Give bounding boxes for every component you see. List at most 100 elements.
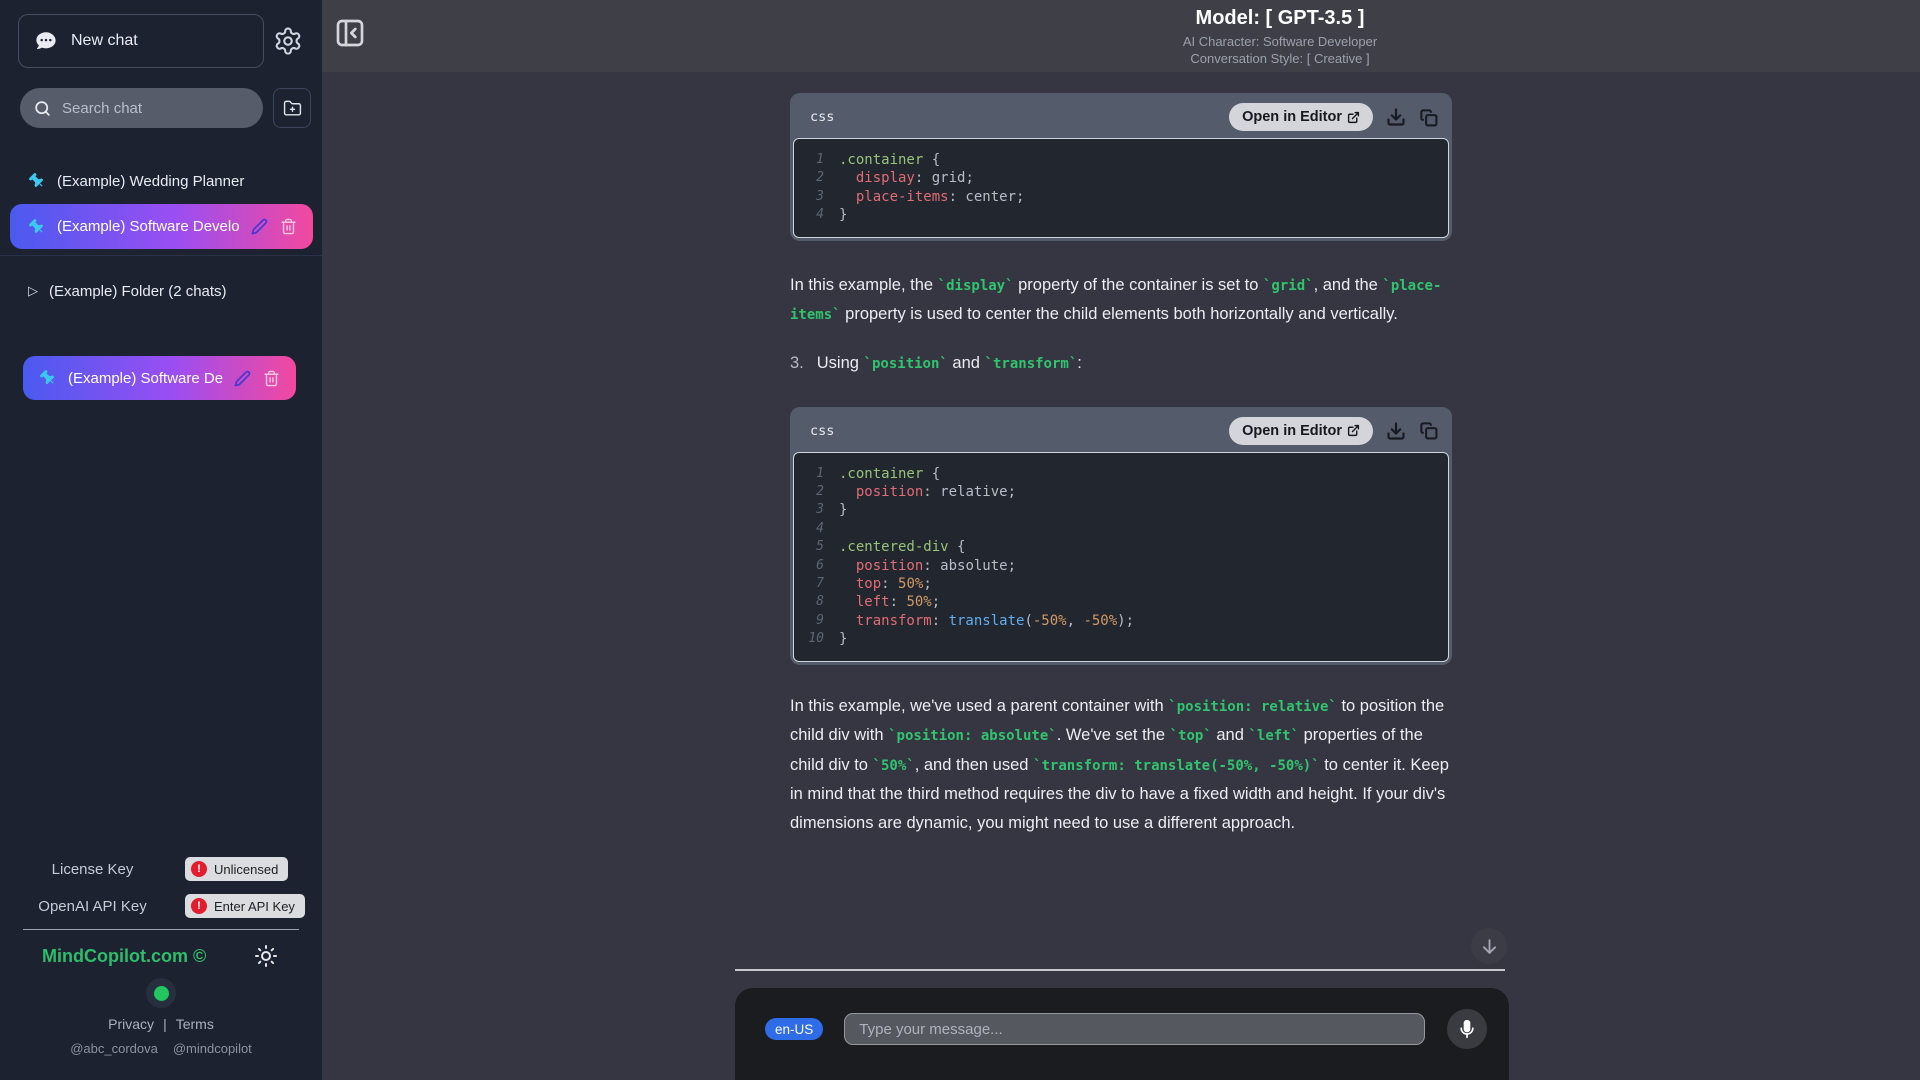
collapse-sidebar-icon[interactable] — [330, 13, 370, 53]
code-line: 3} — [816, 502, 848, 519]
inline-code: `grid` — [1263, 277, 1314, 294]
enter-api-key-button[interactable]: ! Enter API Key — [185, 894, 305, 918]
app-window: New chat Search chat (Example) Wedding P… — [0, 0, 1920, 1080]
code-content: 1 .container { 2 position: relative; 3} 4 5.… — [804, 465, 1438, 649]
search-chat-field[interactable] — [20, 88, 263, 128]
external-link-icon — [1347, 424, 1360, 437]
sidebar-item-software-developer-active[interactable]: (Example) Software Developer — [10, 204, 313, 249]
code-line: 7 top: 50%; — [816, 576, 932, 593]
model-title: Model: [ GPT-3.5 ] — [1195, 7, 1365, 29]
open-in-editor-button[interactable]: Open in Editor — [1229, 103, 1373, 131]
chat-transcript: css Open in Editor 1 .container {2 disp… — [790, 93, 1452, 837]
copy-icon[interactable] — [1419, 108, 1438, 127]
chat-item-label: (Example) Wedding Planner — [57, 172, 245, 190]
copy-icon[interactable] — [1419, 421, 1438, 440]
code-language-label: css — [810, 422, 835, 439]
inline-code: `position` — [863, 355, 948, 372]
code-line: 5 .centered-div { — [816, 539, 966, 556]
composer-divider — [735, 969, 1505, 971]
footer-divider — [23, 929, 299, 930]
list-number: 3. — [790, 353, 804, 372]
inline-code: `left` — [1248, 728, 1300, 745]
search-input[interactable] — [62, 99, 242, 117]
brand-handle-link[interactable]: @mindcopilot — [173, 1041, 252, 1056]
numbered-list-item: 3. Using `position` and `transform`: — [790, 353, 1082, 372]
open-in-editor-button[interactable]: Open in Editor — [1229, 416, 1373, 445]
sidebar-item-software-developer-2-active[interactable]: (Example) Software De... — [23, 356, 296, 400]
download-icon[interactable] — [1386, 421, 1406, 441]
theme-sun-icon[interactable] — [254, 944, 278, 968]
code-line: 1 .container { — [816, 152, 941, 168]
new-folder-button[interactable] — [273, 88, 311, 128]
code-line: 9 transform: translate(-50%, -50%); — [816, 612, 1135, 629]
edit-pencil-icon[interactable] — [234, 370, 251, 387]
code-line: 4 — [816, 520, 824, 536]
sidebar-footer: License Key ! Unlicensed OpenAI API Key … — [0, 854, 322, 1080]
sidebar-item-folder[interactable]: ▷ (Example) Folder (2 chats) — [0, 270, 322, 312]
pin-icon — [28, 218, 46, 236]
sidebar-search-row — [0, 88, 322, 128]
folder-item-label: (Example) Folder (2 chats) — [49, 282, 227, 300]
external-link-icon — [1347, 111, 1360, 124]
conversation-style-subtitle: Conversation Style: [ Creative ] — [1190, 51, 1370, 66]
sidebar-item-wedding-planner[interactable]: (Example) Wedding Planner — [0, 160, 322, 202]
brand-link[interactable]: MindCopilot.com © — [42, 946, 206, 967]
main-area: Model: [ GPT-3.5 ] AI Character: Softwar… — [322, 0, 1920, 1080]
language-badge[interactable]: en-US — [765, 1018, 824, 1040]
trash-icon[interactable] — [263, 370, 280, 387]
code-block: css Open in Editor — [790, 93, 1452, 241]
pin-icon — [28, 172, 46, 190]
terms-link[interactable]: Terms — [176, 1016, 214, 1032]
inline-code: `top` — [1169, 728, 1212, 745]
sidebar-chat-list: (Example) Wedding Planner (Example) Soft… — [0, 160, 322, 400]
chat-item-label: (Example) Software Developer — [57, 218, 240, 235]
sidebar-top-row: New chat — [0, 0, 322, 68]
license-key-label: License Key — [51, 860, 134, 878]
assistant-paragraph: In this example, we've used a parent con… — [790, 696, 1449, 832]
settings-gear-icon[interactable] — [264, 17, 312, 65]
code-line: 2 display: grid; — [816, 170, 974, 187]
new-chat-label: New chat — [71, 32, 138, 49]
inline-code: `display` — [937, 277, 1014, 294]
new-chat-button[interactable]: New chat — [18, 14, 264, 68]
sidebar: New chat Search chat (Example) Wedding P… — [0, 0, 322, 1080]
assistant-paragraph: In this example, the `display` property … — [790, 275, 1442, 324]
alert-icon: ! — [191, 898, 207, 914]
online-dot — [153, 985, 169, 1001]
chat-bubble-icon — [35, 30, 57, 52]
download-icon[interactable] — [1386, 107, 1406, 127]
search-icon — [33, 99, 52, 118]
scroll-to-bottom-button[interactable] — [1471, 928, 1507, 964]
ai-character-subtitle: AI Character: Software Developer — [1182, 34, 1378, 49]
code-line: 1 .container { — [816, 465, 941, 482]
code-line: 8 left: 50%; — [816, 594, 941, 611]
code-content: 1 .container { 2 display: grid; 3 place-ite… — [804, 151, 1438, 225]
code-line: 2 position: relative; — [816, 484, 1017, 501]
inline-code: `transform: translate(-50%, -50%)` — [1033, 757, 1320, 774]
pin-icon — [39, 369, 57, 387]
privacy-link[interactable]: Privacy — [108, 1016, 154, 1032]
status-indicator[interactable] — [146, 978, 176, 1008]
edit-pencil-icon[interactable] — [251, 218, 268, 235]
code-line: 3 place-items: center; — [816, 188, 1025, 205]
chat-item-label: (Example) Software De... — [68, 369, 223, 387]
license-status-badge[interactable]: ! Unlicensed — [185, 857, 289, 881]
alert-icon: ! — [191, 861, 207, 877]
code-line: 4} — [816, 207, 848, 224]
code-line: 6 position: absolute; — [816, 557, 1017, 574]
link-separator: | — [163, 1016, 167, 1032]
inline-code: `50%` — [872, 757, 915, 774]
code-language-label: css — [810, 109, 835, 125]
author-handle-link[interactable]: @abc_cordova — [70, 1041, 158, 1056]
inline-code: `position: relative` — [1168, 698, 1337, 715]
trash-icon[interactable] — [280, 218, 297, 235]
microphone-icon[interactable] — [1447, 1009, 1487, 1049]
message-composer: en-US — [735, 988, 1509, 1080]
code-line: 10} — [808, 631, 848, 648]
sidebar-divider — [0, 255, 322, 256]
code-block: css Open in Editor — [790, 406, 1452, 665]
inline-code: `place-items` — [790, 277, 1442, 324]
model-title-block: Model: [ GPT-3.5 ] AI Character: Softwar… — [1183, 7, 1377, 66]
api-key-label: OpenAI API Key — [38, 897, 147, 915]
message-input[interactable] — [844, 1013, 1425, 1045]
